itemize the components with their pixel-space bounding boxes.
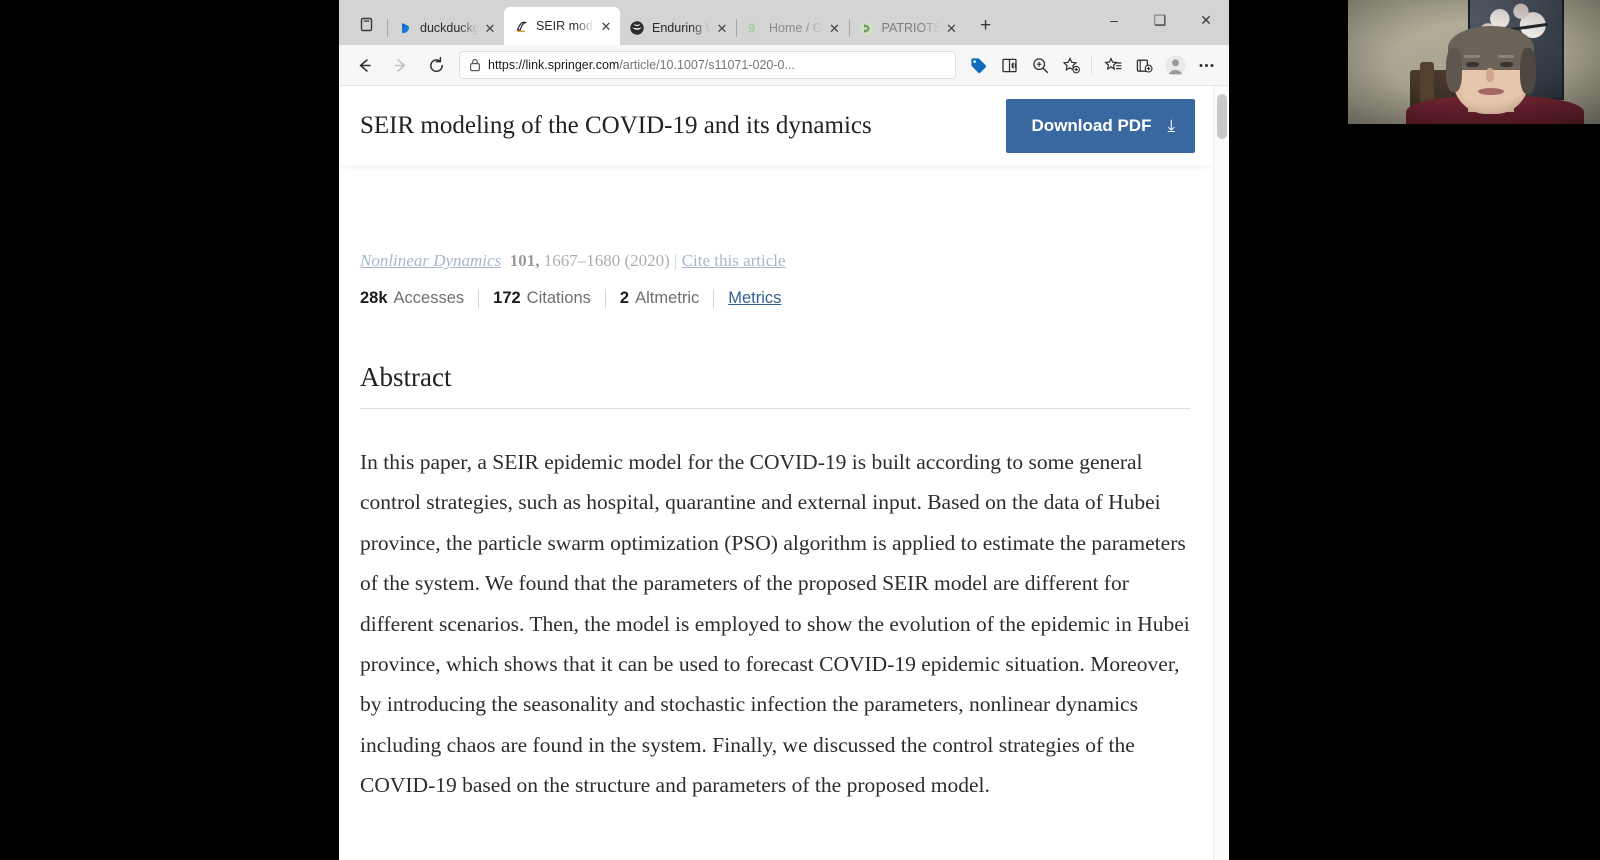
cite-this-article-link[interactable]: Cite this article: [682, 251, 786, 270]
new-tab-button[interactable]: +: [973, 12, 999, 38]
journal-citation: Nonlinear Dynamics 101, 1667–1680 (2020)…: [360, 251, 786, 270]
zoom-icon[interactable]: [1025, 50, 1055, 80]
url-path: /article/10.1007/s11071-020-0...: [619, 58, 795, 72]
close-icon[interactable]: ✕: [598, 18, 614, 34]
browser-tab-title: PATRIOTS: [881, 21, 940, 35]
download-icon: ⤓: [1167, 116, 1175, 135]
close-icon[interactable]: ✕: [944, 20, 960, 36]
article-page: Nonlinear Dynamics 101, 1667–1680 (2020)…: [339, 86, 1229, 860]
page-viewport: Nonlinear Dynamics 101, 1667–1680 (2020)…: [339, 86, 1229, 860]
enduring-icon: [629, 20, 645, 36]
metrics-separator: [478, 289, 480, 308]
metrics-link[interactable]: Metrics: [728, 289, 781, 308]
address-bar[interactable]: https://link.springer.com/article/10.100…: [459, 51, 956, 79]
shopping-tag-icon[interactable]: [963, 50, 993, 80]
journal-volume: 101: [509, 251, 536, 270]
close-window-button[interactable]: ✕: [1183, 0, 1229, 40]
browser-tab-title: duckduckgo: [420, 21, 478, 35]
accesses-count: 28k: [360, 289, 388, 307]
journal-name-link[interactable]: Nonlinear Dynamics: [360, 251, 501, 270]
citations-label: Citations: [526, 289, 591, 307]
sticky-article-header: SEIR modeling of the COVID-19 and its dy…: [339, 86, 1213, 166]
browser-tab[interactable]: PATRIOTS ✕: [850, 11, 966, 45]
browser-tab[interactable]: duckduckgo ✕: [388, 11, 504, 45]
close-icon[interactable]: ✕: [714, 20, 730, 36]
altmetric-count: 2: [619, 289, 630, 307]
minimize-button[interactable]: ‒: [1091, 0, 1137, 40]
abstract-divider: [360, 408, 1190, 409]
forward-button[interactable]: [383, 48, 417, 82]
altmetric-label: Altmetric: [635, 289, 700, 307]
refresh-button[interactable]: [419, 48, 453, 82]
page-scrollbar[interactable]: [1213, 86, 1229, 860]
maximize-button[interactable]: ❑: [1137, 0, 1183, 40]
url-text[interactable]: https://link.springer.com/article/10.100…: [488, 58, 795, 72]
journal-pages: 1667–1680: [543, 251, 621, 270]
collections-icon[interactable]: [1129, 50, 1159, 80]
read-aloud-icon[interactable]: [994, 50, 1024, 80]
browser-tab[interactable]: Enduring W ✕: [620, 11, 736, 45]
back-button[interactable]: [347, 48, 381, 82]
favorites-list-icon[interactable]: [1098, 50, 1128, 80]
accesses-label: Accesses: [393, 289, 465, 307]
tab-strip: duckduckgo ✕ SEIR mode ✕: [339, 0, 1229, 45]
metrics-separator: [604, 289, 606, 308]
browser-toolbar: https://link.springer.com/article/10.100…: [339, 45, 1229, 86]
profile-avatar-icon[interactable]: [1160, 50, 1190, 80]
add-favorite-icon[interactable]: [1056, 50, 1086, 80]
svg-text:9: 9: [748, 21, 755, 35]
abstract-heading: Abstract: [360, 362, 452, 392]
duckduckgo-icon: [397, 20, 413, 36]
browser-tab[interactable]: 9 Home / G ✕: [737, 11, 849, 45]
settings-more-icon[interactable]: [1191, 50, 1221, 80]
close-icon[interactable]: ✕: [482, 20, 498, 36]
browser-tab-active[interactable]: SEIR mode ✕: [504, 7, 620, 45]
citations-count: 172: [493, 289, 521, 307]
springer-icon: [513, 18, 529, 34]
close-icon[interactable]: ✕: [827, 20, 843, 36]
window-controls: ‒ ❑ ✕: [1091, 0, 1229, 40]
download-pdf-button[interactable]: Download PDF ⤓: [1005, 99, 1195, 153]
citation-divider: |: [674, 251, 678, 270]
url-host: https://link.springer.com: [488, 58, 620, 72]
article-metrics: 28k Accesses 172 Citations 2 Altmetric M…: [360, 289, 781, 308]
lock-icon[interactable]: [466, 56, 484, 74]
browser-tab-title: Home / G: [769, 21, 823, 35]
scrollbar-thumb[interactable]: [1217, 94, 1227, 139]
browser-tab-title: Enduring W: [652, 21, 710, 35]
patriots-icon: [859, 20, 875, 36]
webcam-vignette: [1348, 0, 1600, 124]
abstract-paragraph: In this paper, a SEIR epidemic model for…: [360, 450, 1190, 798]
browser-window: duckduckgo ✕ SEIR mode ✕: [339, 0, 1229, 860]
journal-year: (2020): [624, 251, 670, 270]
page-title: SEIR modeling of the COVID-19 and its dy…: [360, 112, 872, 139]
github-icon: 9: [746, 20, 762, 36]
browser-tab-title: SEIR mode: [536, 19, 594, 33]
metrics-separator: [713, 289, 715, 308]
toolbar-separator: [1091, 56, 1092, 74]
webcam-video-feed[interactable]: [1348, 0, 1600, 124]
tab-list-icon[interactable]: [351, 9, 381, 39]
download-pdf-label: Download PDF: [1031, 116, 1152, 135]
